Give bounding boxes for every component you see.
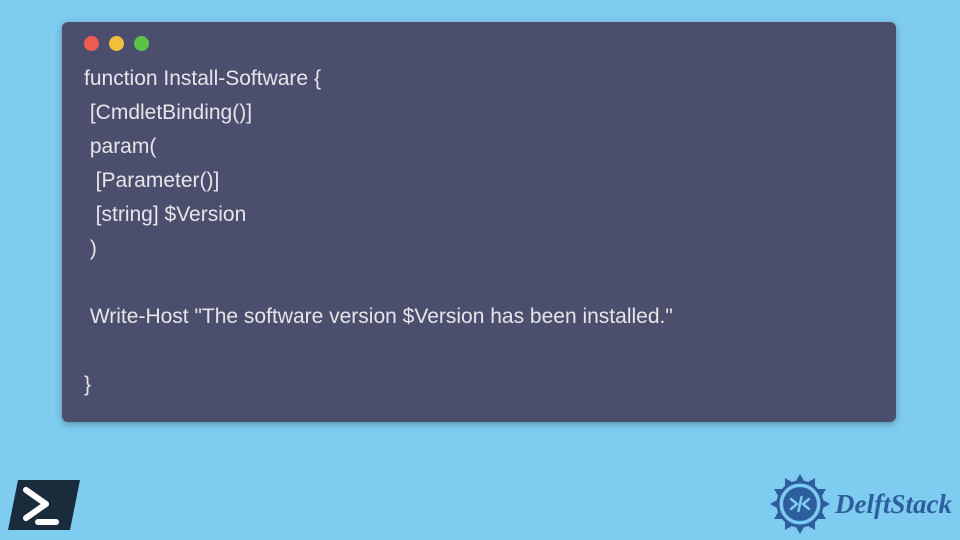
minimize-icon <box>109 36 124 51</box>
code-line: [string] $Version <box>84 203 246 226</box>
delftstack-logo: DelftStack <box>769 473 952 535</box>
code-content: function Install-Software { [CmdletBindi… <box>62 59 896 404</box>
code-line: [Parameter()] <box>84 169 219 192</box>
maximize-icon <box>134 36 149 51</box>
code-line: ) <box>84 237 97 260</box>
code-line: Write-Host "The software version $Versio… <box>84 305 673 328</box>
window-controls <box>62 22 896 59</box>
code-window: function Install-Software { [CmdletBindi… <box>62 22 896 422</box>
code-line: param( <box>84 135 156 158</box>
code-line: } <box>84 373 91 396</box>
code-line: function Install-Software { <box>84 67 321 90</box>
powershell-logo-icon <box>6 476 82 534</box>
gear-icon <box>769 473 831 535</box>
brand-name: DelftStack <box>835 489 952 520</box>
code-line: [CmdletBinding()] <box>84 101 252 124</box>
close-icon <box>84 36 99 51</box>
